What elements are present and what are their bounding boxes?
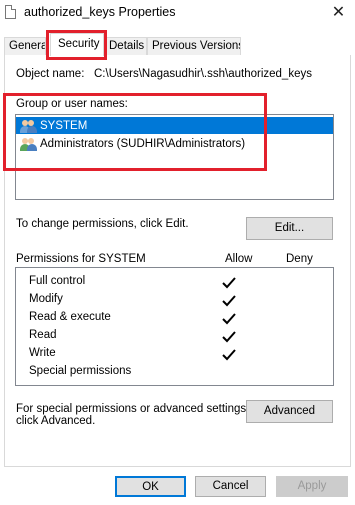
advanced-button[interactable]: Advanced <box>246 400 333 423</box>
cancel-button[interactable]: Cancel <box>195 476 266 497</box>
permission-read-execute: Read & execute <box>29 311 111 323</box>
permission-write: Write <box>29 347 56 359</box>
tab-previous-versions[interactable]: Previous Versions <box>147 37 241 55</box>
tab-details[interactable]: Details <box>104 37 147 55</box>
allow-checkmark-icon <box>222 331 236 343</box>
advanced-text-line1: For special permissions or advanced sett… <box>16 403 250 415</box>
permissions-list: Full control Modify Read & execute Read … <box>15 267 334 386</box>
security-tab-highlight <box>46 30 107 60</box>
permission-modify: Modify <box>29 293 63 305</box>
title-bar: authorized_keys Properties ✕ <box>0 0 355 28</box>
ok-button[interactable]: OK <box>115 476 186 497</box>
permission-special: Special permissions <box>29 365 132 377</box>
allow-checkmark-icon <box>222 295 236 307</box>
advanced-text-line2: click Advanced. <box>16 415 96 427</box>
close-button[interactable]: ✕ <box>322 0 355 26</box>
object-name-value: C:\Users\Nagasudhir\.ssh\authorized_keys <box>94 68 312 80</box>
group-names-highlight <box>3 93 267 171</box>
tab-general[interactable]: General <box>4 37 46 55</box>
permission-full-control: Full control <box>29 275 86 287</box>
permissions-header: Permissions for SYSTEM <box>16 253 146 265</box>
allow-checkmark-icon <box>222 313 236 325</box>
allow-checkmark-icon <box>222 277 236 289</box>
edit-button[interactable]: Edit... <box>246 217 333 240</box>
window-title: authorized_keys Properties <box>24 5 176 19</box>
apply-button[interactable]: Apply <box>276 476 348 497</box>
change-permissions-text: To change permissions, click Edit. <box>16 218 189 230</box>
permission-read: Read <box>29 329 57 341</box>
file-icon <box>5 5 16 19</box>
object-name-label: Object name: <box>16 68 85 80</box>
allow-checkmark-icon <box>222 349 236 361</box>
allow-column-header: Allow <box>225 253 253 265</box>
deny-column-header: Deny <box>286 253 313 265</box>
